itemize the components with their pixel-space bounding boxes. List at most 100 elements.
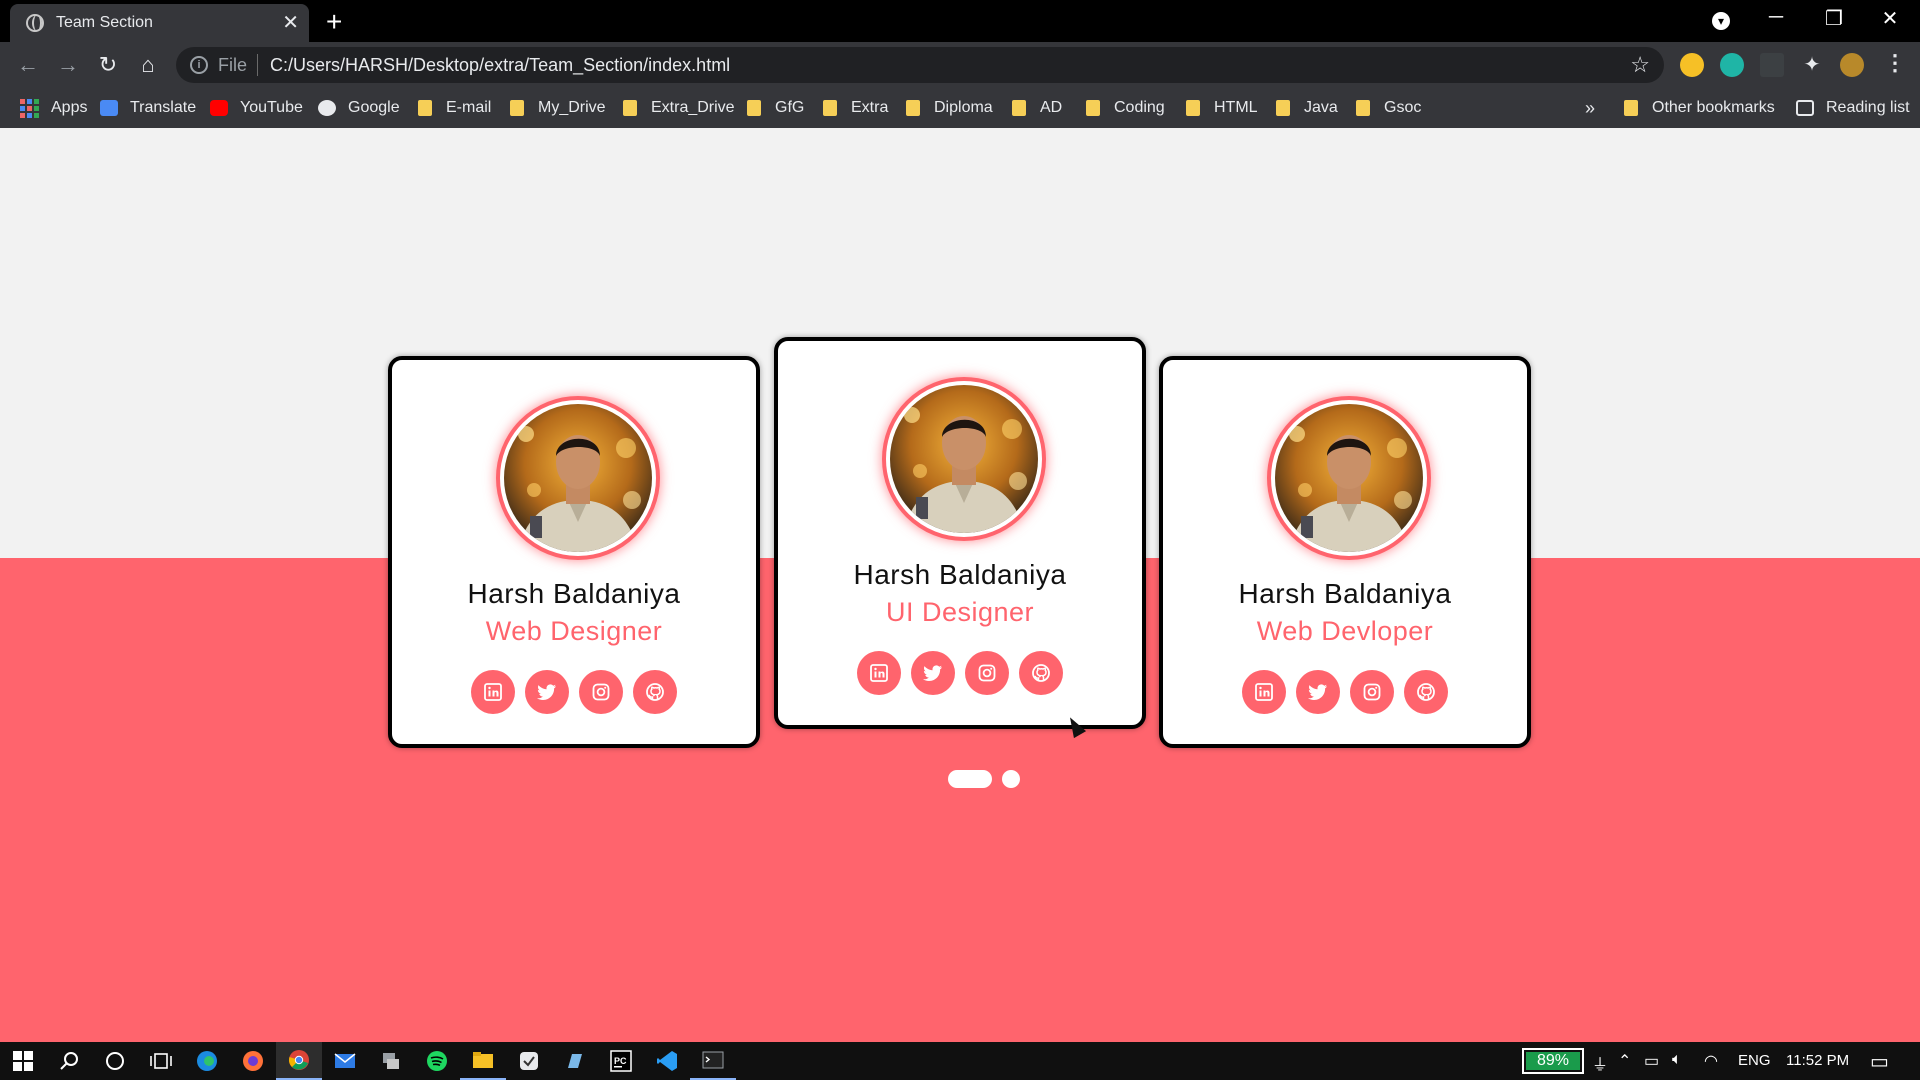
bookmark-ad[interactable]: AD xyxy=(1012,88,1062,128)
browser-toolbar: ← → ↻ ⌂ i File C:/Users/HARSH/Desktop/ex… xyxy=(0,42,1920,88)
instagram-icon[interactable] xyxy=(579,670,623,714)
edge-icon[interactable] xyxy=(184,1042,230,1080)
github-icon[interactable] xyxy=(1404,670,1448,714)
chrome-icon[interactable] xyxy=(276,1042,322,1080)
svg-text:PC: PC xyxy=(614,1056,627,1066)
qr-extension-icon[interactable] xyxy=(1760,53,1784,77)
bookmark-gfg[interactable]: GfG xyxy=(747,88,804,128)
bookmark-extra-drive[interactable]: Extra_Drive xyxy=(623,88,735,128)
app-icon[interactable] xyxy=(506,1042,552,1080)
back-icon[interactable]: ← xyxy=(14,52,42,78)
network-app-icon[interactable] xyxy=(368,1042,414,1080)
file-explorer-icon[interactable] xyxy=(460,1042,506,1080)
bookmark-diploma[interactable]: Diploma xyxy=(906,88,993,128)
member-name: Harsh Baldaniya xyxy=(853,559,1067,590)
apps-grid-icon xyxy=(20,98,39,118)
member-name: Harsh Baldaniya xyxy=(1238,578,1452,609)
bookmark-label: YouTube xyxy=(240,99,303,116)
pycharm-icon[interactable]: PC xyxy=(598,1042,644,1080)
firefox-icon[interactable] xyxy=(230,1042,276,1080)
twitter-icon[interactable] xyxy=(1296,670,1340,714)
volume-icon[interactable]: 🔈︎ xyxy=(1672,1051,1682,1069)
bookmark-extra[interactable]: Extra xyxy=(823,88,888,128)
instagram-icon[interactable] xyxy=(1350,670,1394,714)
chevron-up-icon[interactable]: ⌃ xyxy=(1618,1051,1631,1071)
linkedin-icon[interactable] xyxy=(1242,670,1286,714)
notifications-icon[interactable]: ▭ xyxy=(1870,1049,1889,1074)
reading-list-icon xyxy=(1796,100,1814,116)
reading-list[interactable]: Reading list xyxy=(1796,88,1910,128)
bookmark-html[interactable]: HTML xyxy=(1186,88,1258,128)
linkedin-icon[interactable] xyxy=(471,670,515,714)
folder-icon xyxy=(1356,100,1370,116)
battery-indicator[interactable]: 89% xyxy=(1522,1048,1584,1074)
bookmark-star-icon[interactable]: ☆ xyxy=(1630,52,1650,78)
pagination-dot-active[interactable] xyxy=(948,770,992,788)
clock[interactable]: 11:52 PM xyxy=(1786,1042,1849,1080)
bookmark-translate[interactable]: Translate xyxy=(100,88,196,128)
browser-tab[interactable]: Team Section ✕ xyxy=(10,4,309,42)
more-menu-icon[interactable]: ⋮ xyxy=(1884,50,1906,76)
folder-icon xyxy=(1012,100,1026,116)
wifi-icon[interactable]: ◠ xyxy=(1704,1051,1718,1071)
new-tab-button[interactable]: + xyxy=(326,8,342,36)
site-info-icon[interactable]: i xyxy=(190,56,208,74)
bookmark-label: HTML xyxy=(1214,99,1258,116)
task-view-icon[interactable] xyxy=(138,1042,184,1080)
home-icon[interactable]: ⌂ xyxy=(134,52,162,78)
social-links xyxy=(778,651,1142,695)
restore-button[interactable]: ❐ xyxy=(1814,6,1854,31)
tab-search-icon[interactable]: ▾ xyxy=(1712,12,1730,30)
url-text[interactable]: C:/Users/HARSH/Desktop/extra/Team_Sectio… xyxy=(270,55,730,76)
extension-icon[interactable] xyxy=(1680,53,1704,77)
bookmark-java[interactable]: Java xyxy=(1276,88,1338,128)
bookmark-coding[interactable]: Coding xyxy=(1086,88,1165,128)
bookmark-label: Extra_Drive xyxy=(651,99,735,116)
bookmark-gsoc[interactable]: Gsoc xyxy=(1356,88,1421,128)
extensions-puzzle-icon[interactable]: ✦ xyxy=(1800,53,1824,77)
folder-icon xyxy=(1186,100,1200,116)
url-scheme: File xyxy=(218,54,259,76)
terminal-icon[interactable] xyxy=(690,1042,736,1080)
forward-icon[interactable]: → xyxy=(54,52,82,78)
folder-icon xyxy=(623,100,637,116)
language-indicator[interactable]: ENG xyxy=(1738,1042,1771,1080)
reload-icon[interactable]: ↻ xyxy=(94,52,122,78)
pagination-dot[interactable] xyxy=(1002,770,1020,788)
cortana-icon[interactable] xyxy=(92,1042,138,1080)
minimize-button[interactable]: ─ xyxy=(1756,6,1796,29)
battery-icon[interactable]: ▭ xyxy=(1644,1051,1659,1071)
spotify-icon[interactable] xyxy=(414,1042,460,1080)
twitter-icon[interactable] xyxy=(525,670,569,714)
twitter-icon[interactable] xyxy=(911,651,955,695)
member-name: Harsh Baldaniya xyxy=(467,578,681,609)
bookmarks-bar: Apps Translate YouTube Google E-mail My_… xyxy=(0,88,1920,128)
mail-icon[interactable] xyxy=(322,1042,368,1080)
folder-icon xyxy=(1276,100,1290,116)
bookmark-label: Google xyxy=(348,99,400,116)
github-icon[interactable] xyxy=(1019,651,1063,695)
vscode-icon[interactable] xyxy=(644,1042,690,1080)
instagram-icon[interactable] xyxy=(965,651,1009,695)
bookmark-youtube[interactable]: YouTube xyxy=(210,88,303,128)
bookmark-email[interactable]: E-mail xyxy=(418,88,491,128)
windows-start-icon[interactable] xyxy=(0,1042,46,1080)
tab-close-icon[interactable]: ✕ xyxy=(282,13,299,33)
address-bar[interactable]: i File C:/Users/HARSH/Desktop/extra/Team… xyxy=(176,47,1664,83)
notes-app-icon[interactable] xyxy=(552,1042,598,1080)
search-icon[interactable] xyxy=(46,1042,92,1080)
social-links xyxy=(392,670,756,714)
github-icon[interactable] xyxy=(633,670,677,714)
bookmark-my-drive[interactable]: My_Drive xyxy=(510,88,606,128)
more-bookmarks-button[interactable]: » xyxy=(1585,88,1595,128)
profile-avatar[interactable] xyxy=(1840,53,1864,77)
bookmark-google[interactable]: Google xyxy=(318,88,400,128)
bookmark-label: Java xyxy=(1304,99,1338,116)
close-window-button[interactable]: ✕ xyxy=(1870,6,1910,31)
extension-icon[interactable] xyxy=(1720,53,1744,77)
folder-icon xyxy=(510,100,524,116)
member-role: Web Designer xyxy=(485,616,663,646)
other-bookmarks[interactable]: Other bookmarks xyxy=(1624,88,1775,128)
linkedin-icon[interactable] xyxy=(857,651,901,695)
bookmark-apps[interactable]: Apps xyxy=(20,88,87,128)
